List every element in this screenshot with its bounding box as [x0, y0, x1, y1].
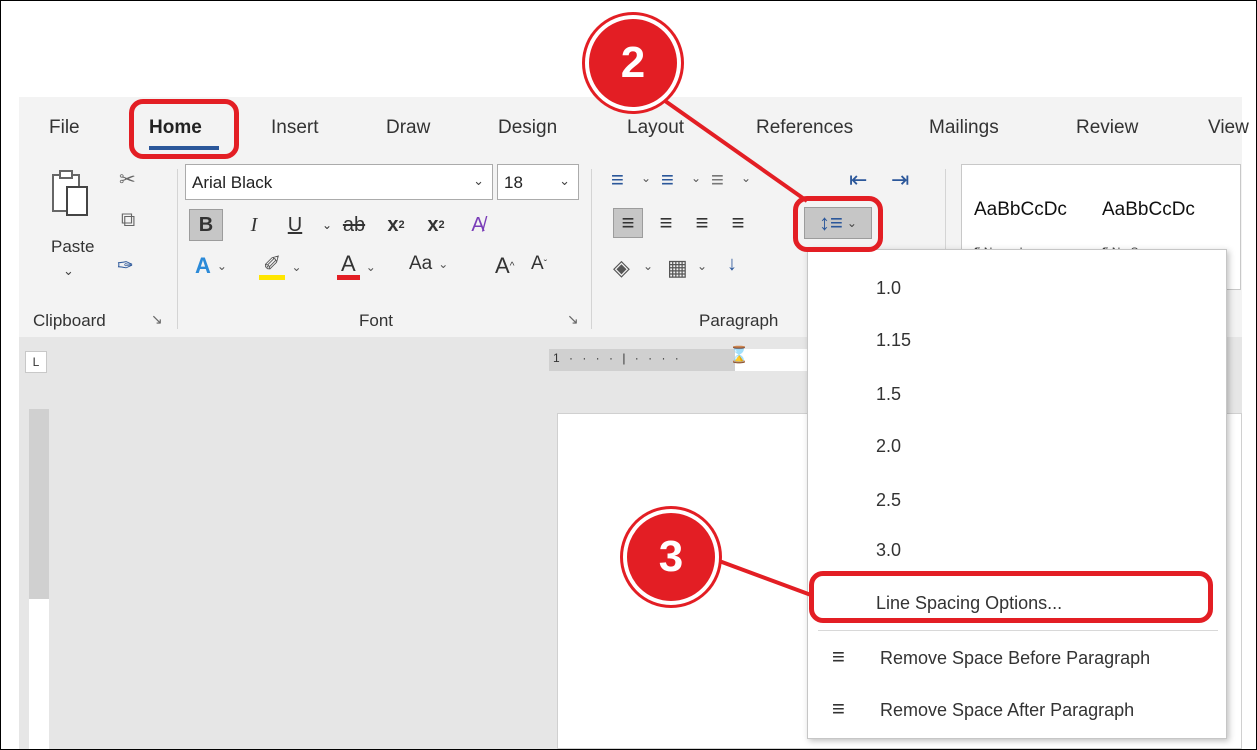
align-left-button[interactable]: ≡	[613, 208, 643, 238]
font-name-value: Arial Black	[192, 173, 273, 192]
paste-button[interactable]: Paste	[51, 237, 94, 257]
window-frame: File Home Insert Draw Design Layout Refe…	[0, 0, 1257, 750]
line-spacing-option-3-0[interactable]: 3.0	[876, 540, 901, 561]
remove-space-after-item[interactable]: Remove Space After Paragraph	[880, 700, 1134, 721]
group-separator	[591, 169, 592, 329]
tab-selector[interactable]: L	[25, 351, 47, 373]
decrease-indent-icon[interactable]: ⇤	[849, 167, 867, 193]
increase-indent-icon[interactable]: ⇥	[891, 167, 909, 193]
chevron-down-icon[interactable]: ⌄	[366, 260, 376, 274]
tab-file[interactable]: File	[49, 117, 80, 139]
font-size-combobox[interactable]: 18 ⌄	[497, 164, 579, 200]
underline-button[interactable]: U	[283, 209, 307, 241]
tab-draw[interactable]: Draw	[386, 117, 430, 139]
font-launcher-icon[interactable]: ↘	[567, 311, 579, 328]
vertical-ruler-margin	[29, 409, 49, 599]
strikethrough-button[interactable]: ab	[339, 209, 369, 241]
change-case-button[interactable]: Aa ⌄	[409, 253, 448, 275]
font-name-combobox[interactable]: Arial Black ⌄	[185, 164, 493, 200]
chevron-down-icon[interactable]: ⌄	[697, 259, 707, 273]
shading-icon[interactable]: ◈	[613, 255, 630, 281]
menu-divider	[818, 630, 1218, 631]
grow-font-button[interactable]: A ^	[495, 253, 514, 279]
superscript-button[interactable]: x2	[421, 209, 451, 241]
bullets-icon[interactable]: ≡	[611, 167, 624, 193]
clear-formatting-icon[interactable]: A̸	[465, 209, 491, 241]
home-tab-highlight	[129, 99, 239, 159]
tab-design[interactable]: Design	[498, 117, 557, 139]
highlight-color-button[interactable]: ✐ ⌄	[259, 253, 302, 280]
chevron-down-icon[interactable]: ⌄	[319, 209, 335, 241]
style-no-spacing[interactable]: AaBbCcDc	[1102, 199, 1195, 221]
clipboard-group-label: Clipboard	[33, 311, 106, 330]
group-separator	[177, 169, 178, 329]
style-normal[interactable]: AaBbCcDc	[974, 199, 1067, 221]
horizontal-ruler-ticks: 1 · · · · | · · · ·	[553, 351, 682, 365]
subscript-button[interactable]: x2	[381, 209, 411, 241]
tab-layout[interactable]: Layout	[627, 117, 684, 139]
remove-space-before-item[interactable]: Remove Space Before Paragraph	[880, 648, 1150, 669]
remove-space-before-icon: ≡	[832, 644, 845, 669]
justify-button[interactable]: ≡	[723, 208, 753, 238]
font-color-icon: A	[337, 253, 360, 280]
font-size-value: 18	[504, 173, 523, 192]
line-spacing-highlight	[793, 196, 883, 252]
line-spacing-menu: 1.0 1.15 1.5 2.0 2.5 3.0 Line Spacing Op…	[807, 249, 1227, 739]
remove-space-after-icon: ≡	[832, 696, 845, 721]
line-spacing-option-2-0[interactable]: 2.0	[876, 436, 901, 457]
paragraph-group-label: Paragraph	[699, 311, 779, 330]
superscript-label: x	[427, 213, 439, 236]
line-spacing-option-2-5[interactable]: 2.5	[876, 490, 901, 511]
chevron-down-icon[interactable]: ⌄	[473, 173, 484, 189]
line-spacing-option-1-15[interactable]: 1.15	[876, 330, 911, 351]
chevron-down-icon[interactable]: ⌄	[641, 171, 651, 185]
bold-button[interactable]: B	[189, 209, 223, 241]
step-2-badge: 2	[585, 15, 681, 111]
clipboard-launcher-icon[interactable]: ↘	[151, 311, 163, 328]
sort-icon[interactable]: ↓	[727, 253, 737, 276]
highlighter-icon: ✐	[259, 253, 286, 280]
align-center-button[interactable]: ≡	[651, 208, 681, 238]
chevron-down-icon[interactable]: ⌄	[438, 257, 448, 271]
tab-review[interactable]: Review	[1076, 117, 1138, 139]
tab-mailings[interactable]: Mailings	[929, 117, 999, 139]
italic-button[interactable]: I	[241, 209, 267, 241]
line-spacing-option-1-0[interactable]: 1.0	[876, 278, 901, 299]
change-case-label: Aa	[409, 253, 433, 274]
shrink-font-label: A	[531, 253, 544, 274]
font-group-label: Font	[359, 311, 394, 330]
paste-options-chevron-icon[interactable]: ⌄	[63, 263, 74, 279]
paste-icon[interactable]	[51, 169, 89, 219]
align-right-button[interactable]: ≡	[687, 208, 717, 238]
subscript-label: x	[387, 213, 399, 236]
chevron-down-icon[interactable]: ⌄	[217, 259, 227, 273]
tab-references[interactable]: References	[756, 117, 853, 139]
chevron-down-icon[interactable]: ⌄	[559, 173, 570, 189]
cut-icon[interactable]: ✂	[119, 167, 136, 192]
format-painter-icon[interactable]: ✑	[117, 253, 134, 278]
grow-font-label: A	[495, 253, 510, 278]
step-3-badge: 3	[623, 509, 719, 605]
line-spacing-option-1-5[interactable]: 1.5	[876, 384, 901, 405]
tab-insert[interactable]: Insert	[271, 117, 319, 139]
chevron-down-icon[interactable]: ⌄	[691, 171, 701, 185]
tab-view[interactable]: View	[1208, 117, 1249, 139]
shrink-font-button[interactable]: Aˇ	[531, 253, 547, 275]
copy-icon[interactable]: ⧉	[121, 209, 135, 232]
text-effects-button[interactable]: A ⌄	[195, 253, 227, 279]
borders-icon[interactable]: ▦	[667, 255, 688, 281]
text-effects-icon: A	[195, 253, 211, 278]
font-color-button[interactable]: A ⌄	[337, 253, 376, 280]
chevron-down-icon[interactable]: ⌄	[291, 260, 301, 274]
line-spacing-options-highlight	[809, 571, 1213, 623]
chevron-down-icon[interactable]: ⌄	[643, 259, 653, 273]
numbering-icon[interactable]: ≡	[661, 167, 674, 193]
chevron-down-icon[interactable]: ⌄	[741, 171, 751, 185]
indent-marker-icon[interactable]: ⌛	[729, 345, 749, 365]
multilevel-list-icon[interactable]: ≡	[711, 167, 724, 193]
